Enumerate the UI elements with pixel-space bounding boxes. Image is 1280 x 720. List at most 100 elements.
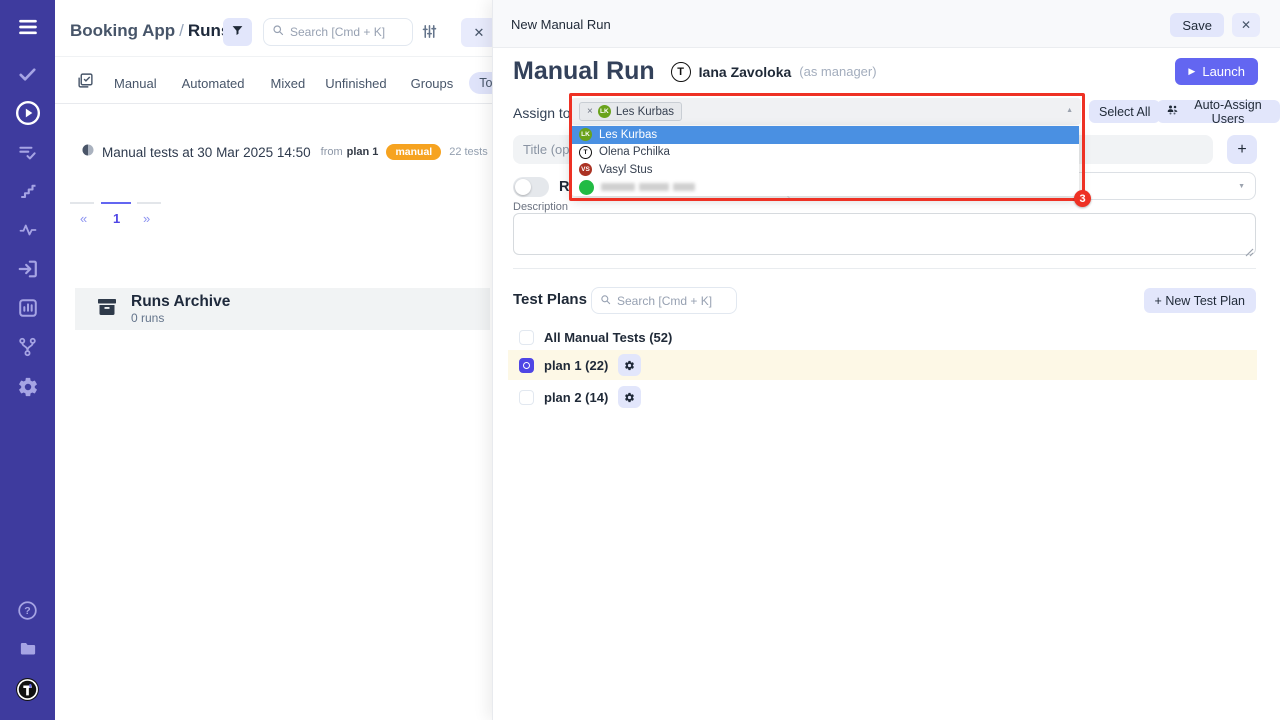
- archive-box-icon: [95, 295, 119, 324]
- runs-search-input[interactable]: [290, 25, 404, 39]
- run-sphere-icon: [82, 143, 94, 161]
- run-toggle[interactable]: [513, 177, 549, 197]
- pagination-track: [70, 202, 94, 204]
- auto-assign-users-button[interactable]: Auto-Assign Users: [1157, 100, 1280, 123]
- pulse-icon[interactable]: [0, 221, 55, 239]
- run-plan-link[interactable]: plan 1: [347, 146, 379, 158]
- drawer-title: New Manual Run: [511, 17, 611, 32]
- launch-button[interactable]: ▶ Launch: [1175, 58, 1258, 85]
- list-check-icon[interactable]: [0, 143, 55, 162]
- checkbox-all-manual[interactable]: [519, 330, 534, 345]
- close-icon: ✕: [1241, 18, 1251, 32]
- test-plans-search-input[interactable]: [617, 294, 728, 308]
- plan-row-plan2[interactable]: plan 2 (14): [508, 382, 1257, 412]
- pagination-prev[interactable]: «: [80, 211, 87, 226]
- menu-icon[interactable]: [0, 17, 55, 37]
- import-icon[interactable]: [0, 258, 55, 280]
- plan-label[interactable]: plan 2 (14): [544, 390, 608, 405]
- users-icon: [1166, 104, 1179, 119]
- run-from-label: from: [321, 146, 343, 158]
- steps-icon[interactable]: [0, 182, 55, 200]
- search-icon: [600, 292, 611, 310]
- toggle-knob: [515, 179, 531, 195]
- plan-row-all-manual[interactable]: All Manual Tests (52): [508, 322, 1257, 352]
- assign-to-label: Assign to: [513, 105, 571, 121]
- drawer-topbar: New Manual Run Save ✕: [493, 0, 1280, 48]
- multi-select-icon[interactable]: [77, 72, 94, 94]
- avatar: VS: [579, 163, 592, 176]
- run-type-badge: manual: [386, 144, 441, 160]
- tab-mixed[interactable]: Mixed: [271, 76, 306, 91]
- play-icon: ▶: [1188, 66, 1195, 77]
- divider: [513, 268, 1256, 269]
- folder-icon[interactable]: [0, 639, 55, 658]
- app-logo[interactable]: [0, 677, 55, 702]
- selected-user-tag[interactable]: × LK Les Kurbas: [579, 102, 682, 121]
- branch-icon[interactable]: [0, 336, 55, 358]
- test-plans-search[interactable]: [591, 287, 737, 314]
- run-title: Manual tests at 30 Mar 2025 14:50: [102, 145, 311, 160]
- manager-name: Iana Zavoloka: [699, 64, 792, 80]
- dropdown-option-olena-pchilka[interactable]: T Olena Pchilka: [571, 144, 1079, 162]
- sidebar: ?: [0, 0, 55, 720]
- runs-archive[interactable]: Runs Archive 0 runs: [75, 288, 490, 330]
- assignee-dropdown: LK Les Kurbas T Olena Pchilka VS Vasyl S…: [571, 126, 1079, 196]
- pagination-track: [137, 202, 161, 204]
- divider: [55, 56, 492, 57]
- dropdown-option-les-kurbas[interactable]: LK Les Kurbas: [571, 126, 1079, 144]
- dropdown-option-redacted[interactable]: [571, 179, 1079, 197]
- divider: [55, 103, 492, 104]
- check-icon[interactable]: [0, 65, 55, 84]
- plan-label[interactable]: plan 1 (22): [544, 358, 608, 373]
- chevron-up-icon[interactable]: ▲: [1066, 107, 1073, 114]
- assign-multiselect[interactable]: × LK Les Kurbas ▲: [571, 98, 1081, 125]
- drawer-close-button[interactable]: ✕: [1232, 13, 1260, 37]
- plan-row-plan1[interactable]: plan 1 (22): [508, 350, 1257, 380]
- checkbox-plan1[interactable]: [519, 358, 534, 373]
- plan-label[interactable]: All Manual Tests (52): [544, 330, 672, 345]
- checkbox-plan2[interactable]: [519, 390, 534, 405]
- plan1-settings-button[interactable]: [618, 354, 641, 376]
- tab-automated[interactable]: Automated: [182, 76, 245, 91]
- plan2-settings-button[interactable]: [618, 386, 641, 408]
- test-plans-heading: Test Plans: [513, 291, 587, 308]
- run-tests-count: 22 tests: [449, 146, 488, 158]
- runs-filter-tabs: Manual Automated Mixed Unfinished Groups…: [55, 71, 535, 95]
- add-button[interactable]: +: [1227, 135, 1257, 164]
- breadcrumb-project[interactable]: Booking App: [70, 21, 175, 40]
- settings-sliders-icon[interactable]: [421, 23, 438, 45]
- run-header: Manual Run T Iana Zavoloka (as manager): [513, 57, 877, 86]
- chevron-down-icon: ▼: [1238, 183, 1245, 190]
- description-label: Description: [513, 201, 568, 213]
- new-test-plan-button[interactable]: + New Test Plan: [1144, 288, 1256, 313]
- filter-button[interactable]: [223, 18, 252, 46]
- tab-groups[interactable]: Groups: [411, 76, 454, 91]
- run-list-item[interactable]: Manual tests at 30 Mar 2025 14:50 from p…: [82, 143, 488, 161]
- avatar: LK: [579, 128, 592, 141]
- save-button[interactable]: Save: [1170, 13, 1224, 37]
- tab-manual[interactable]: Manual: [114, 76, 157, 91]
- pagination-page-1[interactable]: 1: [113, 211, 120, 226]
- select-all-button[interactable]: Select All: [1089, 100, 1160, 123]
- dropdown-option-vasyl-stus[interactable]: VS Vasyl Stus: [571, 161, 1079, 179]
- runs-search[interactable]: [263, 18, 413, 46]
- manager-role: (as manager): [799, 64, 876, 79]
- manager-avatar: T: [671, 62, 691, 82]
- svg-text:?: ?: [24, 605, 30, 617]
- tab-unfinished[interactable]: Unfinished: [325, 76, 386, 91]
- page-title: Manual Run: [513, 57, 655, 86]
- description-textarea[interactable]: [513, 213, 1256, 255]
- report-icon[interactable]: [0, 297, 55, 319]
- resize-grip-icon[interactable]: [1245, 244, 1254, 262]
- avatar: [579, 180, 594, 195]
- avatar: LK: [598, 105, 611, 118]
- remove-tag-icon[interactable]: ×: [587, 106, 593, 117]
- gear-icon[interactable]: [0, 376, 55, 398]
- pagination-active-underline: [101, 202, 131, 204]
- funnel-icon: [231, 24, 244, 40]
- close-icon: ✕: [474, 25, 485, 41]
- play-circle-icon[interactable]: [0, 100, 55, 126]
- pagination-next[interactable]: »: [143, 211, 150, 226]
- archive-title: Runs Archive: [131, 293, 230, 310]
- help-icon[interactable]: ?: [0, 600, 55, 621]
